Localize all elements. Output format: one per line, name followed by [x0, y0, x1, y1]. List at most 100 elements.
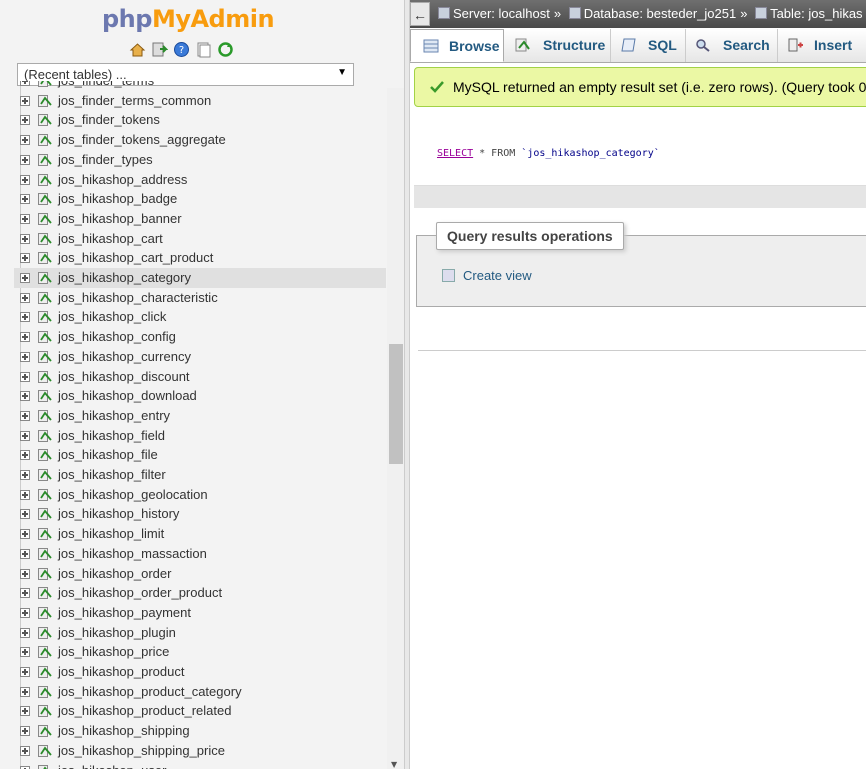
tab-browse[interactable]: Browse — [410, 29, 504, 62]
expand-icon[interactable] — [20, 647, 30, 658]
table-structure-icon[interactable] — [38, 212, 52, 225]
table-structure-icon[interactable] — [38, 685, 52, 698]
expand-icon[interactable] — [20, 233, 30, 244]
table-structure-icon[interactable] — [38, 252, 52, 265]
expand-icon[interactable] — [20, 627, 30, 638]
expand-icon[interactable] — [20, 607, 30, 618]
table-structure-icon[interactable] — [38, 114, 52, 127]
expand-icon[interactable] — [20, 391, 30, 402]
table-tree-item[interactable]: jos_hikashop_config — [14, 327, 386, 347]
expand-icon[interactable] — [20, 115, 30, 126]
table-tree-item[interactable]: jos_hikashop_price — [14, 642, 386, 662]
table-structure-icon[interactable] — [38, 173, 52, 186]
table-tree-item[interactable]: jos_hikashop_user — [14, 761, 386, 769]
table-structure-icon[interactable] — [38, 390, 52, 403]
table-tree-item[interactable]: jos_hikashop_entry — [14, 406, 386, 426]
breadcrumb-database[interactable]: Database: besteder_jo251 — [568, 6, 736, 21]
logout-icon[interactable] — [151, 41, 169, 58]
expand-icon[interactable] — [20, 450, 30, 461]
table-tree-item[interactable]: jos_hikashop_cart_product — [14, 248, 386, 268]
table-structure-icon[interactable] — [38, 232, 52, 245]
expand-icon[interactable] — [20, 292, 30, 303]
tab-search[interactable]: Search — [686, 29, 778, 62]
table-structure-icon[interactable] — [38, 567, 52, 580]
table-structure-icon[interactable] — [38, 666, 52, 678]
table-tree-item[interactable]: jos_hikashop_badge — [14, 189, 386, 209]
sql-keyword-link[interactable]: SELECT — [437, 148, 473, 159]
table-structure-icon[interactable] — [38, 528, 52, 541]
table-tree-item[interactable]: jos_hikashop_shipping — [14, 721, 386, 741]
help-icon[interactable]: ? — [173, 41, 190, 58]
expand-icon[interactable] — [20, 529, 30, 540]
table-structure-icon[interactable] — [38, 725, 52, 738]
table-tree-item[interactable]: jos_hikashop_discount — [14, 367, 386, 387]
expand-icon[interactable] — [20, 174, 30, 185]
table-structure-icon[interactable] — [38, 587, 52, 600]
table-structure-icon[interactable] — [38, 429, 52, 442]
table-structure-icon[interactable] — [38, 606, 52, 619]
table-tree-item[interactable]: jos_hikashop_download — [14, 386, 386, 406]
table-tree-item[interactable]: jos_hikashop_banner — [14, 209, 386, 229]
table-structure-icon[interactable] — [38, 705, 52, 718]
expand-icon[interactable] — [20, 410, 30, 421]
phpmyadmin-logo[interactable]: phpMyAdmin — [102, 5, 275, 33]
tab-insert[interactable]: Insert — [778, 29, 866, 62]
table-tree-item[interactable]: jos_finder_tokens_aggregate — [14, 130, 386, 150]
table-structure-icon[interactable] — [38, 764, 52, 769]
expand-icon[interactable] — [20, 489, 30, 500]
expand-icon[interactable] — [20, 351, 30, 362]
table-structure-icon[interactable] — [38, 291, 52, 304]
back-button[interactable]: ← — [410, 2, 430, 26]
table-tree-item[interactable]: jos_finder_terms — [14, 81, 386, 91]
table-structure-icon[interactable] — [38, 469, 52, 481]
table-tree-item[interactable]: jos_hikashop_plugin — [14, 623, 386, 643]
table-structure-icon[interactable] — [38, 350, 52, 363]
expand-icon[interactable] — [20, 135, 30, 146]
expand-icon[interactable] — [20, 588, 30, 599]
table-structure-icon[interactable] — [38, 488, 52, 501]
breadcrumb-server[interactable]: Server: localhost — [438, 6, 550, 21]
table-tree-item[interactable]: jos_hikashop_limit — [14, 524, 386, 544]
create-view-link[interactable]: Create view — [442, 268, 532, 283]
table-structure-icon[interactable] — [38, 134, 52, 147]
expand-icon[interactable] — [20, 568, 30, 579]
table-tree-item[interactable]: jos_hikashop_file — [14, 445, 386, 465]
table-tree-item[interactable]: jos_hikashop_filter — [14, 465, 386, 485]
expand-icon[interactable] — [20, 81, 30, 86]
table-structure-icon[interactable] — [38, 331, 52, 344]
tab-structure[interactable]: Structure — [504, 29, 611, 62]
expand-icon[interactable] — [20, 706, 30, 717]
expand-icon[interactable] — [20, 253, 30, 264]
table-tree-item[interactable]: jos_hikashop_massaction — [14, 544, 386, 564]
table-tree-item[interactable]: jos_hikashop_category — [14, 268, 386, 288]
table-tree-item[interactable]: jos_hikashop_field — [14, 426, 386, 446]
table-structure-icon[interactable] — [38, 626, 52, 639]
table-tree-item[interactable]: jos_finder_terms_common — [14, 91, 386, 111]
expand-icon[interactable] — [20, 726, 30, 737]
table-tree-item[interactable]: jos_hikashop_history — [14, 504, 386, 524]
table-structure-icon[interactable] — [38, 409, 52, 422]
expand-icon[interactable] — [20, 273, 30, 283]
table-structure-icon[interactable] — [38, 370, 52, 383]
table-structure-icon[interactable] — [38, 81, 52, 87]
expand-icon[interactable] — [20, 667, 30, 677]
table-tree-item[interactable]: jos_hikashop_product_category — [14, 682, 386, 702]
table-structure-icon[interactable] — [38, 272, 52, 284]
docs-icon[interactable] — [195, 41, 212, 58]
table-tree-item[interactable]: jos_hikashop_product — [14, 662, 386, 682]
expand-icon[interactable] — [20, 470, 30, 480]
table-structure-icon[interactable] — [38, 311, 52, 324]
table-tree-item[interactable]: jos_hikashop_order — [14, 564, 386, 584]
nav-scroll-thumb[interactable] — [389, 344, 403, 464]
scroll-down-arrow-icon[interactable]: ▼ — [391, 760, 397, 769]
table-tree-item[interactable]: jos_hikashop_shipping_price — [14, 741, 386, 761]
table-structure-icon[interactable] — [38, 449, 52, 462]
table-tree-item[interactable]: jos_finder_tokens — [14, 110, 386, 130]
table-structure-icon[interactable] — [38, 744, 52, 757]
breadcrumb-table[interactable]: Table: jos_hikas — [755, 6, 863, 21]
home-icon[interactable] — [129, 41, 146, 58]
table-structure-icon[interactable] — [38, 646, 52, 659]
table-structure-icon[interactable] — [38, 153, 52, 166]
expand-icon[interactable] — [20, 430, 30, 441]
expand-icon[interactable] — [20, 745, 30, 756]
